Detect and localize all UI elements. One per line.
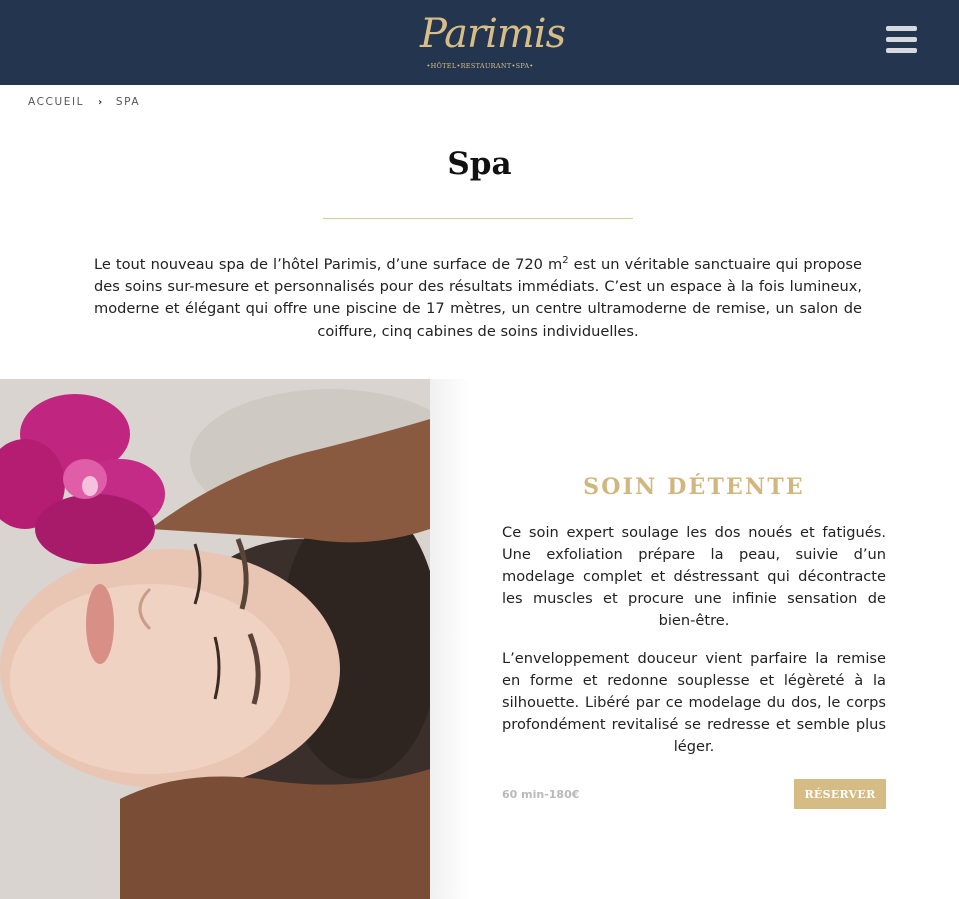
menu-bar [886, 26, 917, 31]
intro-text-start: Le tout nouveau spa de l’hôtel Parimis, … [94, 256, 563, 273]
treatment-description-1: Ce soin expert soulage les dos noués et … [502, 524, 886, 629]
parimis-logo[interactable]: Parimis •HÔTEL•RESTAURANT•SPA• [420, 4, 566, 80]
card-shadow [430, 379, 470, 899]
spa-treatment-photo [0, 379, 430, 899]
menu-bar [886, 37, 917, 42]
spa-photo-illustration [0, 379, 430, 899]
site-header: Parimis •HÔTEL•RESTAURANT•SPA• [0, 0, 959, 85]
breadcrumb-home-link[interactable]: ACCUEIL [28, 96, 84, 108]
page-title: Spa [447, 146, 512, 182]
title-divider [323, 218, 633, 219]
hamburger-menu-icon[interactable] [886, 26, 917, 54]
chevron-right-icon: › [98, 96, 104, 108]
treatment-description-2: L’enveloppement douceur vient parfaire l… [502, 650, 886, 755]
treatment-price: 60 min-180€ [502, 788, 580, 801]
intro-paragraph: Le tout nouveau spa de l’hôtel Parimis, … [94, 254, 862, 343]
treatment-title: SOIN DÉTENTE [583, 474, 805, 500]
breadcrumb: ACCUEIL › SPA [28, 95, 140, 109]
menu-bar [886, 48, 917, 53]
logo-subtitle: •HÔTEL•RESTAURANT•SPA• [426, 62, 534, 70]
reserve-button[interactable]: RÉSERVER [794, 779, 886, 809]
breadcrumb-current: SPA [115, 96, 141, 108]
logo-wordmark: Parimis [420, 11, 566, 57]
